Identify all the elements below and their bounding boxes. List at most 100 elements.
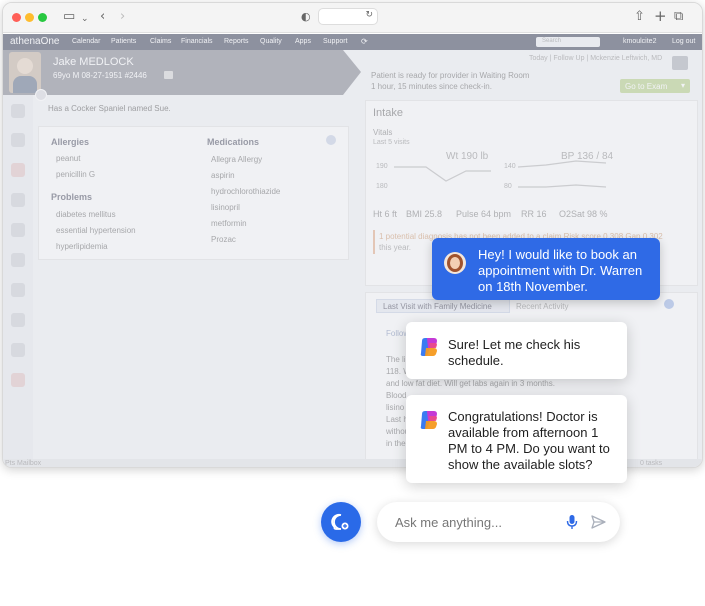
nav-calendar[interactable]: Calendar xyxy=(72,38,100,45)
visit-note-line: in the xyxy=(386,439,406,448)
nav-claims[interactable]: Claims xyxy=(150,38,171,45)
document-icon[interactable] xyxy=(11,283,25,297)
height-stat: Ht 6 ft xyxy=(373,209,398,219)
top-navigation: athenaOne Calendar Patients Claims Finan… xyxy=(3,34,702,50)
logout-link[interactable]: Log out xyxy=(672,38,695,45)
id-card-icon[interactable] xyxy=(164,71,173,79)
diagnosis-alert-period: this year. xyxy=(379,243,412,252)
user-name[interactable]: kmoulcite2 xyxy=(623,38,656,45)
problem-item[interactable]: hyperlipidemia xyxy=(56,242,108,251)
problems-title: Problems xyxy=(51,192,93,202)
tab-overview-icon[interactable]: ⧉ xyxy=(674,9,683,25)
bot-message-bubble: Congratulations! Doctor is available fro… xyxy=(406,395,627,483)
user-message-bubble: Hey! I would like to book an appointment… xyxy=(432,238,660,300)
patient-info: 69yo M 08-27-1951 #2446 xyxy=(53,71,147,80)
medication-item[interactable]: lisinopril xyxy=(211,203,240,212)
notes-icon[interactable] xyxy=(11,343,25,357)
new-tab-icon[interactable]: + xyxy=(654,8,667,24)
address-bar[interactable]: ↻ xyxy=(318,8,378,25)
nav-financials[interactable]: Financials xyxy=(181,38,213,45)
privacy-shield-icon[interactable]: ◐ xyxy=(301,9,311,25)
copilot-logo-icon xyxy=(420,338,437,356)
patient-banner: Jake MEDLOCK 69yo M 08-27-1951 #2446 xyxy=(3,50,361,95)
cloud-icon[interactable] xyxy=(11,313,25,327)
tab-last-visit[interactable]: Last Visit with Family Medicine xyxy=(376,299,510,313)
medication-item[interactable]: Prozac xyxy=(211,235,236,244)
patient-name[interactable]: Jake MEDLOCK xyxy=(53,56,134,68)
new-chat-button[interactable] xyxy=(321,502,361,542)
visit-note-line: and low fat diet. Will get labs again in… xyxy=(386,379,555,388)
chat-input[interactable] xyxy=(395,512,555,532)
medication-item[interactable]: aspirin xyxy=(211,171,235,180)
alert-marker xyxy=(373,230,375,254)
medication-item[interactable]: metformin xyxy=(211,219,247,228)
menu-icon[interactable] xyxy=(672,56,688,70)
allergy-item[interactable]: penicillin G xyxy=(56,170,95,179)
summary-card: Allergies peanut penicillin G Problems d… xyxy=(38,126,349,260)
chevron-down-icon[interactable]: ⌄ xyxy=(81,11,89,27)
nav-support[interactable]: Support xyxy=(323,38,348,45)
bot-message-bubble: Sure! Let me check his schedule. xyxy=(406,322,627,379)
patient-note: Has a Cocker Spaniel named Sue. xyxy=(48,104,171,113)
problem-item[interactable]: diabetes mellitus xyxy=(56,210,116,219)
lab-icon[interactable] xyxy=(11,193,25,207)
sidebar-toggle-icon[interactable]: ▭ xyxy=(63,9,75,25)
user-message-text: Hey! I would like to book an appointment… xyxy=(478,247,643,294)
maximize-window-button[interactable] xyxy=(38,13,47,22)
clipboard-icon[interactable] xyxy=(11,133,25,147)
syringe-icon[interactable] xyxy=(11,223,25,237)
send-icon[interactable] xyxy=(591,515,606,529)
patient-photo xyxy=(9,52,41,93)
forward-arrow-icon[interactable]: › xyxy=(120,9,125,25)
left-sidebar xyxy=(3,95,33,467)
tasks-count[interactable]: 0 tasks xyxy=(640,460,662,467)
go-to-exam-button[interactable]: Go to Exam ▾ xyxy=(620,79,690,93)
nav-apps[interactable]: Apps xyxy=(295,38,311,45)
collapse-icon[interactable] xyxy=(35,89,47,101)
minimize-window-button[interactable] xyxy=(25,13,34,22)
heart-icon[interactable] xyxy=(11,253,25,267)
medication-item[interactable]: hydrochlorothiazide xyxy=(211,187,280,196)
tab-recent-activity[interactable]: Recent Activity xyxy=(516,302,568,311)
nav-reports[interactable]: Reports xyxy=(224,38,249,45)
allergy-item[interactable]: peanut xyxy=(56,154,80,163)
o2sat-stat: O2Sat 98 % xyxy=(559,209,608,219)
info-icon[interactable] xyxy=(326,135,336,145)
bot-message-text: Sure! Let me check his schedule. xyxy=(448,337,581,368)
problem-item[interactable]: essential hypertension xyxy=(56,226,136,235)
microphone-icon[interactable] xyxy=(566,514,578,530)
share-icon[interactable]: ⇧ xyxy=(634,9,645,25)
alert-icon[interactable] xyxy=(11,373,25,387)
visit-note-line: lisino xyxy=(386,403,405,412)
medications-title: Medications xyxy=(207,137,260,147)
app-logo: athenaOne xyxy=(10,36,60,47)
search-input[interactable]: Search xyxy=(536,37,600,47)
pulse-stat: Pulse 64 bpm xyxy=(456,209,512,219)
chat-input-container xyxy=(377,502,620,542)
nav-patients[interactable]: Patients xyxy=(111,38,136,45)
bmi-stat: BMI 25.8 xyxy=(406,209,443,219)
checkin-time: 1 hour, 15 minutes since check-in. xyxy=(371,82,492,91)
pill-icon[interactable] xyxy=(11,163,25,177)
chevron-down-icon: ▾ xyxy=(680,81,685,90)
search-icon[interactable] xyxy=(11,104,25,118)
back-arrow-icon[interactable]: ‹ xyxy=(100,9,105,25)
medication-item[interactable]: Allegra Allergy xyxy=(211,155,262,164)
patient-status: Patient is ready for provider in Waiting… xyxy=(371,71,530,80)
nav-quality[interactable]: Quality xyxy=(260,38,282,45)
rr-stat: RR 16 xyxy=(521,209,547,219)
browser-toolbar: ▭ ⌄ ‹ › ◐ ↻ ⇧ + ⧉ xyxy=(3,3,702,33)
visit-note-line: Blood xyxy=(386,391,407,400)
mailbox-link[interactable]: Pts Mailbox xyxy=(5,460,41,467)
chat-add-icon xyxy=(331,513,349,530)
user-avatar xyxy=(444,252,466,274)
reload-icon[interactable]: ↻ xyxy=(365,10,373,20)
allergies-title: Allergies xyxy=(51,137,90,147)
visit-links[interactable]: Today | Follow Up | Mckenzie Leftwich, M… xyxy=(529,55,662,62)
scroll-indicator[interactable] xyxy=(664,299,674,309)
help-icon[interactable]: ⟳ xyxy=(361,37,368,46)
copilot-logo-icon xyxy=(420,411,437,429)
visit-note-line: Last h xyxy=(386,415,408,424)
bot-message-text: Congratulations! Doctor is available fro… xyxy=(448,409,610,472)
close-window-button[interactable] xyxy=(12,13,21,22)
